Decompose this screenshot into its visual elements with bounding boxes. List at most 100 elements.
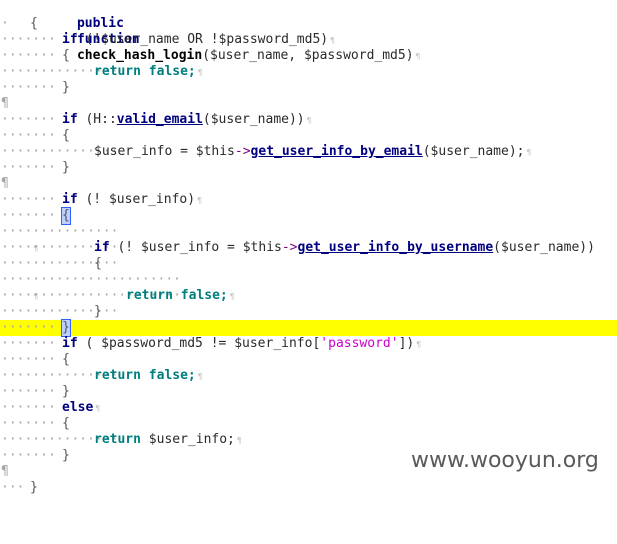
eol-marker-icon: ¶: [1, 464, 9, 479]
code-line-8: ······· if (H::valid_email($user_name)) ¶: [0, 112, 617, 128]
code-line-13: ······· if (! $user_info) ¶: [0, 192, 617, 208]
code-editor[interactable]: public function check_hash_login($user_n…: [0, 0, 617, 495]
method-call: get_user_info_by_email: [250, 144, 423, 159]
code-line-14: ······· {: [0, 207, 617, 225]
eol-marker-icon: ¶: [330, 36, 335, 45]
matched-brace-close: }: [61, 319, 71, 337]
indent-guide: ·······: [1, 352, 56, 367]
code-line-24: ··············· return false; ¶: [0, 368, 617, 384]
code-line-10: ··············· $user_info = $this->get_…: [0, 144, 617, 160]
keyword-return: return: [126, 288, 173, 303]
brace-close: }: [30, 480, 38, 495]
method-call: get_user_info_by_username: [297, 240, 494, 255]
brace-close: }: [62, 448, 70, 463]
if-condition: (! $user_info = $this: [109, 240, 282, 255]
keyword-if: if: [62, 192, 78, 207]
indent-guide: ·······: [1, 112, 56, 127]
brace-open: {: [30, 16, 38, 31]
keyword-if: if: [94, 240, 110, 255]
code-line-19: ······················· return false; ¶: [0, 288, 617, 304]
code-line-18-blank: ······················· ¶: [0, 272, 617, 301]
code-line-11: ······· }: [0, 160, 617, 176]
eol-marker-icon: ¶: [526, 148, 532, 157]
eol-marker-icon: ¶: [416, 340, 422, 349]
keyword-if: if: [62, 32, 78, 47]
assignment: $user_info = $this: [94, 144, 235, 159]
code-line-20: ··············· }: [0, 304, 617, 320]
call-args: ($user_name)): [493, 240, 595, 255]
code-line-17: ··············· {: [0, 256, 617, 272]
code-line-3: ······· if (!$user_name OR !$password_md…: [0, 32, 617, 48]
keyword-if: if: [62, 336, 78, 351]
keyword-return: return: [94, 64, 141, 79]
indent-guide: ·······: [1, 208, 56, 223]
call-args: ($user_name);: [422, 144, 525, 159]
string-literal: 'password': [320, 336, 399, 351]
brace-open: {: [62, 128, 70, 143]
eol-marker-icon: ¶: [1, 96, 9, 111]
code-line-31: ··· }: [0, 480, 617, 496]
indent-guide: ·: [1, 16, 9, 31]
indent-guide: ·······: [1, 80, 56, 95]
call-args: ($user_name)): [202, 112, 305, 127]
eol-marker-icon: ¶: [197, 372, 203, 381]
method-call: valid_email: [116, 112, 203, 127]
indent-guide: ·······: [1, 400, 56, 415]
brace-open: {: [62, 48, 70, 63]
code-line-23: ······· {: [0, 352, 617, 368]
indent-guide: ·······: [1, 416, 56, 431]
code-line-5: ··············· return false; ¶: [0, 64, 617, 80]
code-line-28: ··············· return $user_info; ¶: [0, 432, 617, 448]
code-line-22: ······· if ( $password_md5 != $user_info…: [0, 336, 617, 352]
if-condition-end: ]): [398, 336, 415, 351]
brace-close: }: [62, 80, 70, 95]
if-condition: (H::: [77, 112, 117, 127]
if-condition: ( $password_md5 != $user_info[: [77, 336, 321, 351]
return-value: false;: [140, 368, 196, 383]
indent-guide: ·······················: [1, 272, 182, 287]
arrow-operator: ->: [234, 144, 251, 159]
indent-guide: ·······: [1, 128, 56, 143]
indent-guide: ·······: [1, 448, 56, 463]
eol-marker-icon: ¶: [1, 176, 9, 191]
indent-guide: ·······: [1, 320, 56, 335]
indent-guide: ···: [1, 480, 25, 495]
eol-marker-icon: ¶: [197, 196, 202, 205]
indent-guide: ···············: [1, 224, 119, 239]
code-line-27: ······· {: [0, 416, 617, 432]
code-line-16: ··············· if (! $user_info = $this…: [0, 240, 617, 256]
watermark-text: www.wooyun.org: [411, 448, 599, 473]
arrow-operator: ->: [281, 240, 298, 255]
indent-guide: ·······: [1, 192, 56, 207]
brace-open: {: [94, 256, 102, 271]
matched-brace-open: {: [61, 207, 71, 225]
return-value: $user_info;: [140, 432, 235, 447]
eol-marker-icon: ¶: [197, 68, 203, 77]
code-line-26: ······· else ¶: [0, 400, 617, 416]
if-condition: (! $user_info): [77, 192, 196, 207]
brace-close: }: [62, 384, 70, 399]
return-value: false;: [140, 64, 196, 79]
code-line-1: public function check_hash_login($user_n…: [0, 0, 617, 63]
if-condition: (!$user_name OR !$password_md5): [77, 32, 329, 47]
code-line-9: ······· {: [0, 128, 617, 144]
return-value: false;: [172, 288, 228, 303]
indent-guide: ·······: [1, 32, 56, 47]
code-line-15-blank: ··············· ¶: [0, 224, 617, 253]
keyword-else: else: [62, 400, 94, 415]
indent-guide: ·······: [1, 48, 56, 63]
keyword-return: return: [94, 432, 141, 447]
code-line-7-blank: ¶: [0, 96, 617, 112]
indent-guide: ·······: [1, 336, 56, 351]
brace-open: {: [62, 352, 70, 367]
eol-marker-icon: ¶: [95, 404, 101, 413]
current-line-highlight[interactable]: ······· }: [0, 319, 617, 337]
indent-guide: ·······: [1, 160, 56, 175]
indent-guide: ·······: [1, 384, 56, 399]
eol-marker-icon: ¶: [306, 116, 312, 125]
keyword-if: if: [62, 112, 78, 127]
brace-close: }: [94, 304, 102, 319]
code-line-12-blank: ¶: [0, 176, 617, 192]
eol-marker-icon: ¶: [229, 292, 235, 301]
eol-marker-icon: ¶: [236, 436, 242, 445]
